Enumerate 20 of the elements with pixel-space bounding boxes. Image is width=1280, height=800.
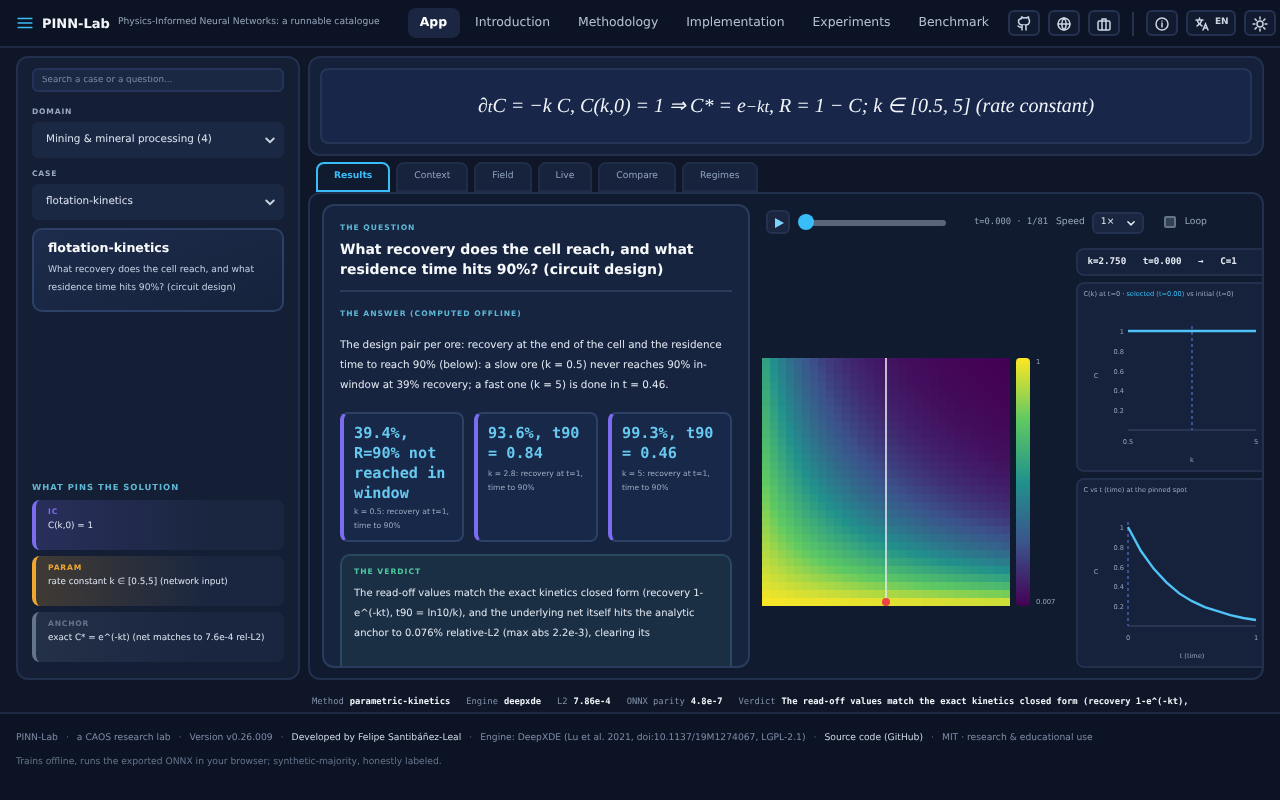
- globe-icon[interactable]: [1056, 15, 1073, 31]
- chart-line: [1126, 526, 1256, 622]
- github-icon[interactable]: [1016, 15, 1033, 31]
- loop-checkbox[interactable]: [1164, 216, 1177, 228]
- reference-line: [1190, 325, 1193, 431]
- play-button[interactable]: [766, 210, 790, 234]
- briefcase-icon[interactable]: [1096, 15, 1113, 31]
- play-icon: [773, 217, 783, 227]
- chevron-down-icon: [264, 134, 276, 146]
- info-icon[interactable]: [1154, 15, 1171, 31]
- sun-icon[interactable]: [1252, 15, 1269, 31]
- pinned-point[interactable]: [882, 598, 890, 606]
- heatmap-drawing[interactable]: [762, 358, 1010, 606]
- reference-line: [1126, 521, 1129, 627]
- chevron-down-icon: [1126, 217, 1137, 227]
- slider-thumb[interactable]: [798, 214, 814, 230]
- menu-icon[interactable]: [16, 14, 34, 32]
- chevron-down-icon: [264, 196, 276, 208]
- chart-line: [1127, 329, 1256, 333]
- translate-icon: [1194, 15, 1211, 31]
